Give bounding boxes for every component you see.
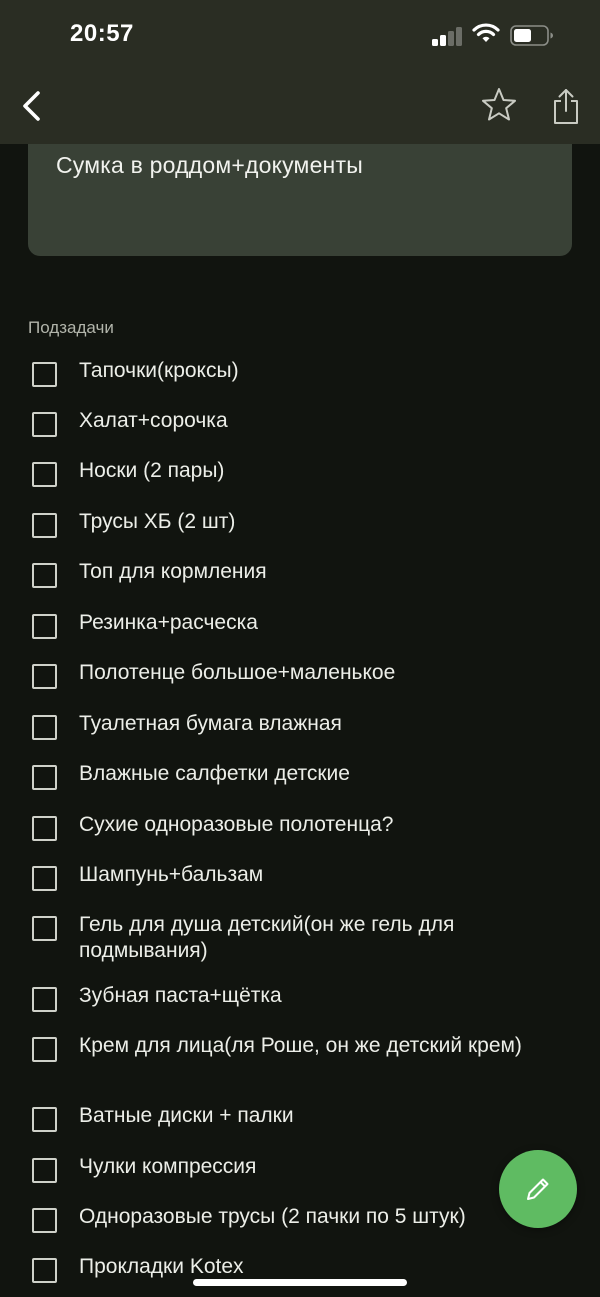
subtask-label: Гель для душа детский(он же гель для под… [79, 913, 455, 962]
subtask-checkbox[interactable] [32, 362, 57, 387]
subtask-label: Чулки компрессия [79, 1155, 257, 1178]
subtask-label: Туалетная бумага влажная [79, 712, 342, 735]
subtask-label: Ватные диски + палки [79, 1104, 294, 1127]
subtask-label: Влажные салфетки детские [79, 762, 350, 785]
subtask-label: Полотенце большое+маленькое [79, 661, 396, 684]
status-bar: 20:57 [0, 0, 600, 72]
subtask-label: Резинка+расческа [79, 611, 258, 634]
task-detail-screen: Сумка в роддом+документы Подзадачи Тапоч… [0, 0, 600, 1297]
share-icon [554, 89, 578, 124]
subtask-label: Крем для лица(ля Роше, он же детский кре… [79, 1034, 522, 1057]
subtask-checkbox[interactable] [32, 1107, 57, 1132]
subtasks-section-label: Подзадачи [28, 318, 114, 337]
subtask-label: Сухие одноразовые полотенца? [79, 813, 394, 836]
chevron-left-icon [23, 91, 40, 121]
cellular-signal-icon [432, 26, 464, 46]
subtask-label: Тапочки(кроксы) [79, 359, 239, 382]
status-time: 20:57 [70, 20, 134, 47]
pencil-icon [527, 1178, 549, 1200]
subtask-checkbox[interactable] [32, 1158, 57, 1183]
subtask-checkbox[interactable] [32, 614, 57, 639]
subtask-checkbox[interactable] [32, 765, 57, 790]
subtask-checkbox[interactable] [32, 563, 57, 588]
subtask-checkbox[interactable] [32, 866, 57, 891]
wifi-icon [472, 22, 500, 46]
subtask-label: Одноразовые трусы (2 пачки по 5 штук) [79, 1205, 466, 1228]
subtask-label: Зубная паста+щётка [79, 984, 282, 1007]
top-header: 20:57 [0, 0, 600, 144]
subtask-checkbox[interactable] [32, 1037, 57, 1062]
subtask-checkbox[interactable] [32, 715, 57, 740]
star-outline-icon [482, 88, 516, 121]
subtask-label: Трусы ХБ (2 шт) [79, 510, 236, 533]
subtask-checkbox[interactable] [32, 1258, 57, 1283]
subtask-label: Халат+сорочка [79, 409, 228, 432]
subtask-checkbox[interactable] [32, 916, 57, 941]
edit-fab-button[interactable] [499, 1150, 577, 1228]
subtask-checkbox[interactable] [32, 664, 57, 689]
back-button[interactable] [14, 84, 54, 128]
navigation-bar [0, 72, 600, 144]
subtask-checkbox[interactable] [32, 462, 57, 487]
subtask-label: Топ для кормления [79, 560, 267, 583]
battery-icon [510, 25, 554, 46]
subtask-checkbox[interactable] [32, 1208, 57, 1233]
home-indicator [193, 1279, 407, 1286]
task-title[interactable]: Сумка в роддом+документы [56, 152, 363, 179]
subtask-label: Шампунь+бальзам [79, 863, 264, 886]
subtask-checkbox[interactable] [32, 816, 57, 841]
subtask-label: Носки (2 пары) [79, 459, 225, 482]
favorite-button[interactable] [478, 84, 520, 128]
subtask-checkbox[interactable] [32, 987, 57, 1012]
subtask-checkbox[interactable] [32, 412, 57, 437]
subtask-checkbox[interactable] [32, 513, 57, 538]
subtask-label: Прокладки Kotex [79, 1255, 244, 1278]
share-button[interactable] [546, 84, 586, 128]
